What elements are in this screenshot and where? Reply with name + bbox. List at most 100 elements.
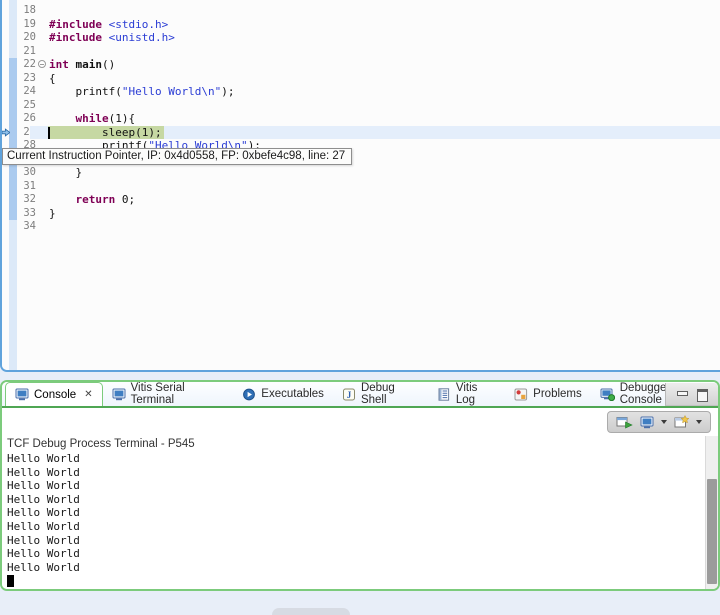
code-token: () <box>102 58 115 71</box>
console-scrollbar[interactable] <box>705 436 718 589</box>
display-selected-console-icon[interactable] <box>640 416 654 429</box>
console-icon <box>15 388 29 401</box>
folding-ruler[interactable] <box>38 0 47 370</box>
code-line <box>47 180 720 194</box>
code-token: } <box>49 207 56 220</box>
tab-vitis-log[interactable]: Vitis Log <box>428 382 505 406</box>
line-number: 30 <box>17 166 38 180</box>
code-editor[interactable]: 1819202122232425262728293031323334 #incl… <box>0 0 720 372</box>
code-line: sleep(1); <box>47 126 720 140</box>
console-output-line: Hello World <box>7 520 718 534</box>
debugger-console-icon <box>600 388 615 401</box>
status-trim-area <box>0 591 720 615</box>
console-toolbar-row <box>2 408 718 436</box>
code-token: } <box>49 166 82 179</box>
tab-vitis-serial-terminal[interactable]: Vitis Serial Terminal <box>103 382 234 406</box>
range-indicator-ruler[interactable] <box>9 0 17 370</box>
line-number: 31 <box>17 180 38 194</box>
display-selected-console-dropdown-arrow[interactable] <box>661 420 667 424</box>
console-output-line: Hello World <box>7 561 718 575</box>
console-output-line: Hello World <box>7 534 718 548</box>
text-caret <box>48 127 50 139</box>
line-number-ruler[interactable]: 1819202122232425262728293031323334 <box>17 0 38 370</box>
serial-terminal-icon <box>112 388 126 401</box>
console-output-line: Hello World <box>7 479 718 493</box>
tab-problems[interactable]: Problems <box>505 382 591 406</box>
marker-ruler[interactable] <box>2 0 9 370</box>
code-token: main <box>76 58 103 71</box>
tab-close-icon[interactable]: ✕ <box>84 389 92 400</box>
code-token: while <box>76 112 109 125</box>
console-output-line: Hello World <box>7 506 718 520</box>
code-token: <unistd.h> <box>109 31 175 44</box>
line-number: 26 <box>17 112 38 126</box>
debug-shell-icon: J <box>342 388 356 401</box>
console-scrollbar-thumb[interactable] <box>707 479 717 585</box>
code-line: int main() <box>47 58 720 72</box>
code-token: int <box>49 58 69 71</box>
code-token: <stdio.h> <box>109 18 169 31</box>
code-line: printf("Hello World\n"); <box>47 85 720 99</box>
console-toolbar <box>607 411 711 433</box>
code-token <box>102 31 109 44</box>
maximize-button[interactable] <box>695 388 709 400</box>
code-line: while(1){ <box>47 112 720 126</box>
fold-collapse-icon[interactable] <box>38 60 46 68</box>
tab-label: Vitis Log <box>456 382 496 406</box>
line-number: 32 <box>17 193 38 207</box>
view-window-controls <box>665 383 718 406</box>
code-token: ); <box>221 85 234 98</box>
tab-console[interactable]: Console✕ <box>5 382 103 406</box>
executables-icon <box>242 388 256 401</box>
code-line: } <box>47 166 720 180</box>
problems-icon <box>514 388 528 401</box>
trim-handle[interactable] <box>272 608 350 615</box>
code-token <box>69 58 76 71</box>
code-line: #include <stdio.h> <box>47 18 720 32</box>
code-token: "Hello World\n" <box>122 85 221 98</box>
console-view: Console✕Vitis Serial Terminal Executables… <box>0 380 720 591</box>
code-line: #include <unistd.h> <box>47 31 720 45</box>
console-tab-bar: Console✕Vitis Serial Terminal Executables… <box>2 382 718 408</box>
pin-console-icon[interactable] <box>616 415 633 429</box>
line-number: 20 <box>17 31 38 45</box>
code-line <box>47 99 720 113</box>
line-number: 33 <box>17 207 38 221</box>
tab-label: Executables <box>261 388 324 400</box>
tab-label: Problems <box>533 388 582 400</box>
line-number: 24 <box>17 85 38 99</box>
vitis-log-icon <box>437 388 451 401</box>
open-console-icon[interactable] <box>674 415 689 429</box>
code-text-area[interactable]: #include <stdio.h>#include <unistd.h>int… <box>47 0 720 370</box>
code-token <box>49 112 76 125</box>
code-token: #include <box>49 18 102 31</box>
code-line: return 0; <box>47 193 720 207</box>
code-line <box>47 45 720 59</box>
code-line: } <box>47 207 720 221</box>
code-token: 0; <box>115 193 135 206</box>
line-number: 21 <box>17 45 38 59</box>
line-number: 34 <box>17 220 38 234</box>
console-output-line: Hello World <box>7 452 718 466</box>
tab-label: Debug Shell <box>361 382 419 406</box>
console-output-line: Hello World <box>7 547 718 561</box>
svg-text:J: J <box>347 390 352 400</box>
line-number: 25 <box>17 99 38 113</box>
console-output[interactable]: TCF Debug Process Terminal - P545 Hello … <box>2 436 718 589</box>
tab-debug-shell[interactable]: J Debug Shell <box>333 382 428 406</box>
code-token: (1){ <box>109 112 136 125</box>
line-number: 19 <box>17 18 38 32</box>
tab-executables[interactable]: Executables <box>233 382 333 406</box>
line-number: 18 <box>17 4 38 18</box>
console-output-line: Hello World <box>7 466 718 480</box>
instruction-pointer-icon <box>2 128 10 137</box>
minimize-button[interactable] <box>675 388 689 400</box>
code-token: #include <box>49 31 102 44</box>
open-console-dropdown-arrow[interactable] <box>696 420 702 424</box>
code-token: printf( <box>49 85 122 98</box>
function-range-indicator <box>9 58 17 220</box>
line-number: 22 <box>17 58 38 72</box>
code-token: sleep(1); <box>49 126 162 139</box>
code-line: { <box>47 72 720 86</box>
terminal-cursor <box>7 575 14 587</box>
